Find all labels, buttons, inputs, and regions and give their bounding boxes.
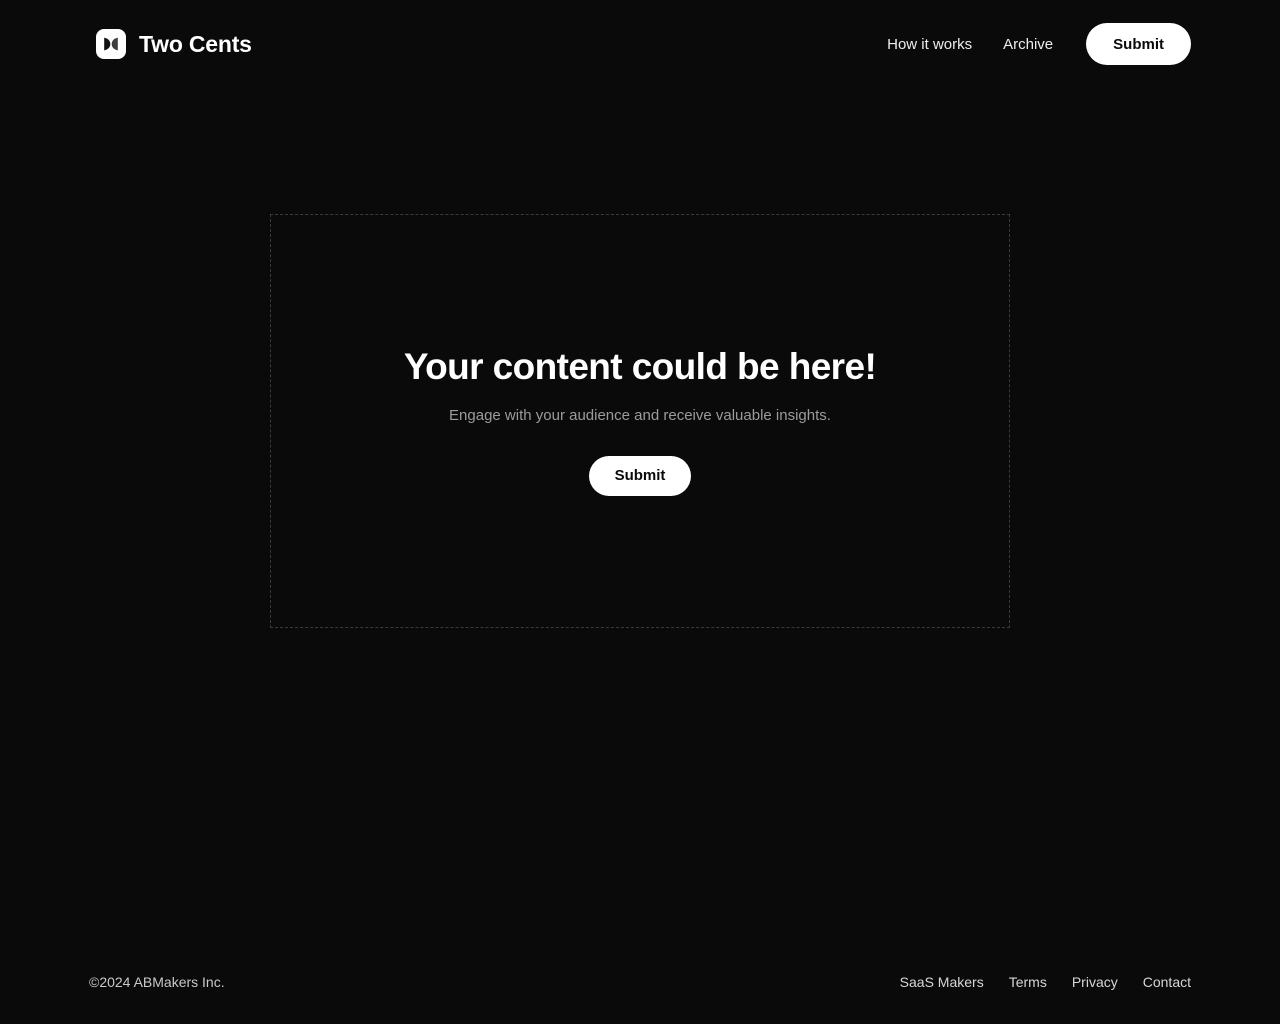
brand-logo-link[interactable]: Two Cents [96, 29, 252, 59]
site-footer: ©2024 ABMakers Inc. SaaS Makers Terms Pr… [0, 940, 1280, 1024]
brand-name: Two Cents [139, 30, 252, 57]
nav-item-how-it-works[interactable]: How it works [887, 37, 972, 52]
placeholder-submit-button[interactable]: Submit [588, 455, 692, 496]
footer-link-contact[interactable]: Contact [1143, 975, 1191, 989]
footer-link-privacy[interactable]: Privacy [1072, 975, 1118, 989]
main-navigation: How it works Archive Submit [887, 23, 1191, 65]
page-root: Two Cents How it works Archive Submit Yo… [0, 0, 1280, 1024]
footer-link-saas-makers[interactable]: SaaS Makers [900, 975, 984, 989]
header-submit-button[interactable]: Submit [1086, 23, 1191, 65]
placeholder-subtitle: Engage with your audience and receive va… [449, 406, 831, 424]
two-cents-logo-icon [96, 29, 126, 59]
site-header: Two Cents How it works Archive Submit [0, 0, 1280, 88]
footer-link-terms[interactable]: Terms [1009, 975, 1047, 989]
footer-copyright: ©2024 ABMakers Inc. [89, 974, 225, 990]
main-content: Your content could be here! Engage with … [0, 88, 1280, 940]
footer-links: SaaS Makers Terms Privacy Contact [900, 975, 1191, 989]
placeholder-title: Your content could be here! [403, 346, 877, 388]
content-placeholder-card: Your content could be here! Engage with … [270, 214, 1010, 628]
nav-item-archive[interactable]: Archive [1003, 37, 1053, 52]
